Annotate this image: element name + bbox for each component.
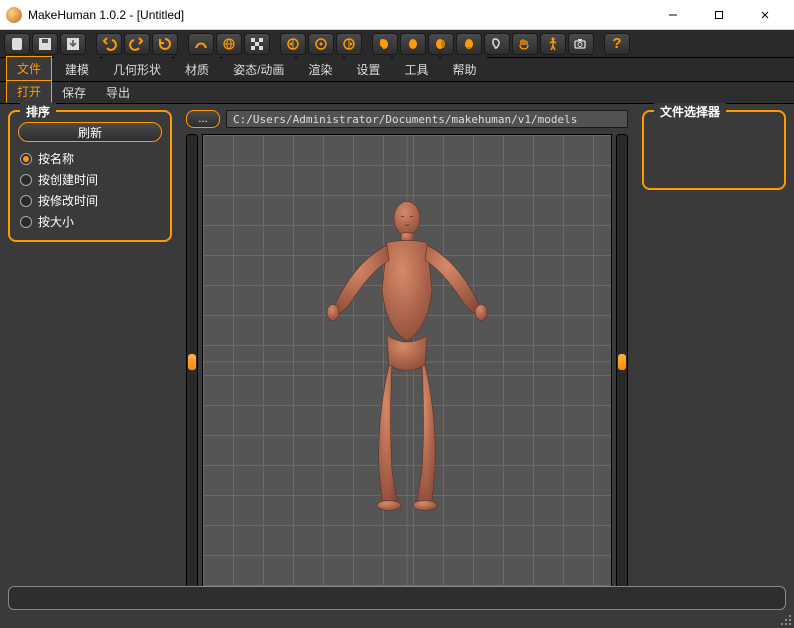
left-panel: 排序 刷新 按名称 按创建时间 按修改时间 按大小 xyxy=(0,104,180,596)
save-icon[interactable] xyxy=(32,33,58,55)
ear-icon[interactable] xyxy=(484,33,510,55)
radio-label: 按创建时间 xyxy=(38,171,98,188)
viewport-wrap xyxy=(180,134,634,590)
tab-tools[interactable]: 工具 xyxy=(393,57,439,81)
radio-label: 按名称 xyxy=(38,150,74,167)
subtab-save[interactable]: 保存 xyxy=(52,82,96,103)
radio-label: 按修改时间 xyxy=(38,192,98,209)
subtab-export[interactable]: 导出 xyxy=(96,82,140,103)
left-vertical-slider[interactable] xyxy=(186,134,198,590)
camera-right-icon[interactable] xyxy=(336,33,362,55)
file-selector-legend: 文件选择器 xyxy=(654,103,726,120)
camera-icon[interactable] xyxy=(568,33,594,55)
hands-icon[interactable] xyxy=(512,33,538,55)
tab-render[interactable]: 渲染 xyxy=(297,57,343,81)
new-file-icon[interactable] xyxy=(4,33,30,55)
radio-icon xyxy=(20,216,32,228)
window-titlebar: MakeHuman 1.0.2 - [Untitled] xyxy=(0,0,794,30)
radio-label: 按大小 xyxy=(38,213,74,230)
pathbar: ... C:/Users/Administrator/Documents/mak… xyxy=(180,110,634,134)
head-34-icon[interactable] xyxy=(428,33,454,55)
radio-icon xyxy=(20,195,32,207)
sort-by-size[interactable]: 按大小 xyxy=(18,211,162,232)
body-icon[interactable] xyxy=(540,33,566,55)
main-area: 排序 刷新 按名称 按创建时间 按修改时间 按大小 ... C:/Users xyxy=(0,104,794,596)
radio-icon xyxy=(20,153,32,165)
dir-up-button[interactable]: ... xyxy=(186,110,220,128)
sub-tabs: 打开 保存 导出 xyxy=(0,82,794,104)
checker-icon[interactable] xyxy=(244,33,270,55)
camera-left-icon[interactable] xyxy=(280,33,306,55)
status-box xyxy=(8,586,786,610)
sort-by-name[interactable]: 按名称 xyxy=(18,148,162,169)
radio-icon xyxy=(20,174,32,186)
path-field[interactable]: C:/Users/Administrator/Documents/makehum… xyxy=(226,110,628,128)
refresh-button[interactable]: 刷新 xyxy=(18,122,162,142)
tab-help[interactable]: 帮助 xyxy=(441,57,487,81)
globe-icon[interactable] xyxy=(216,33,242,55)
sort-groupbox: 排序 刷新 按名称 按创建时间 按修改时间 按大小 xyxy=(8,110,172,242)
sort-legend: 排序 xyxy=(20,103,56,120)
head-back-icon[interactable] xyxy=(456,33,482,55)
slider-handle[interactable] xyxy=(618,354,626,370)
main-tabs: 文件 建模 几何形状 材质 姿态/动画 渲染 设置 工具 帮助 xyxy=(0,58,794,82)
tab-modelling[interactable]: 建模 xyxy=(54,57,100,81)
subtab-open[interactable]: 打开 xyxy=(6,80,52,103)
head-front-icon[interactable] xyxy=(400,33,426,55)
file-selector-groupbox: 文件选择器 xyxy=(642,110,786,190)
sort-by-created[interactable]: 按创建时间 xyxy=(18,169,162,190)
right-panel: 文件选择器 xyxy=(634,104,794,596)
refresh-icon[interactable] xyxy=(152,33,178,55)
window-title: MakeHuman 1.0.2 - [Untitled] xyxy=(28,8,650,22)
pose-icon[interactable] xyxy=(188,33,214,55)
minimize-button[interactable] xyxy=(650,0,696,30)
close-button[interactable] xyxy=(742,0,788,30)
center-panel: ... C:/Users/Administrator/Documents/mak… xyxy=(180,104,634,596)
maximize-button[interactable] xyxy=(696,0,742,30)
export-icon[interactable] xyxy=(60,33,86,55)
help-icon[interactable]: ? xyxy=(604,33,630,55)
undo-icon[interactable] xyxy=(96,33,122,55)
camera-front-icon[interactable] xyxy=(308,33,334,55)
resize-grip[interactable] xyxy=(780,614,792,626)
tab-settings[interactable]: 设置 xyxy=(345,57,391,81)
status-bar xyxy=(0,582,794,614)
tab-geometry[interactable]: 几何形状 xyxy=(102,57,172,81)
main-toolbar: ? xyxy=(0,30,794,58)
tab-material[interactable]: 材质 xyxy=(174,57,220,81)
head-side-icon[interactable] xyxy=(372,33,398,55)
tab-file[interactable]: 文件 xyxy=(6,56,52,81)
right-vertical-slider[interactable] xyxy=(616,134,628,590)
human-figure xyxy=(297,190,517,520)
app-icon xyxy=(6,7,22,23)
sort-by-modified[interactable]: 按修改时间 xyxy=(18,190,162,211)
slider-handle[interactable] xyxy=(188,354,196,370)
window-controls xyxy=(650,0,788,30)
redo-icon[interactable] xyxy=(124,33,150,55)
tab-pose-anim[interactable]: 姿态/动画 xyxy=(222,57,295,81)
3d-viewport[interactable] xyxy=(202,134,612,590)
